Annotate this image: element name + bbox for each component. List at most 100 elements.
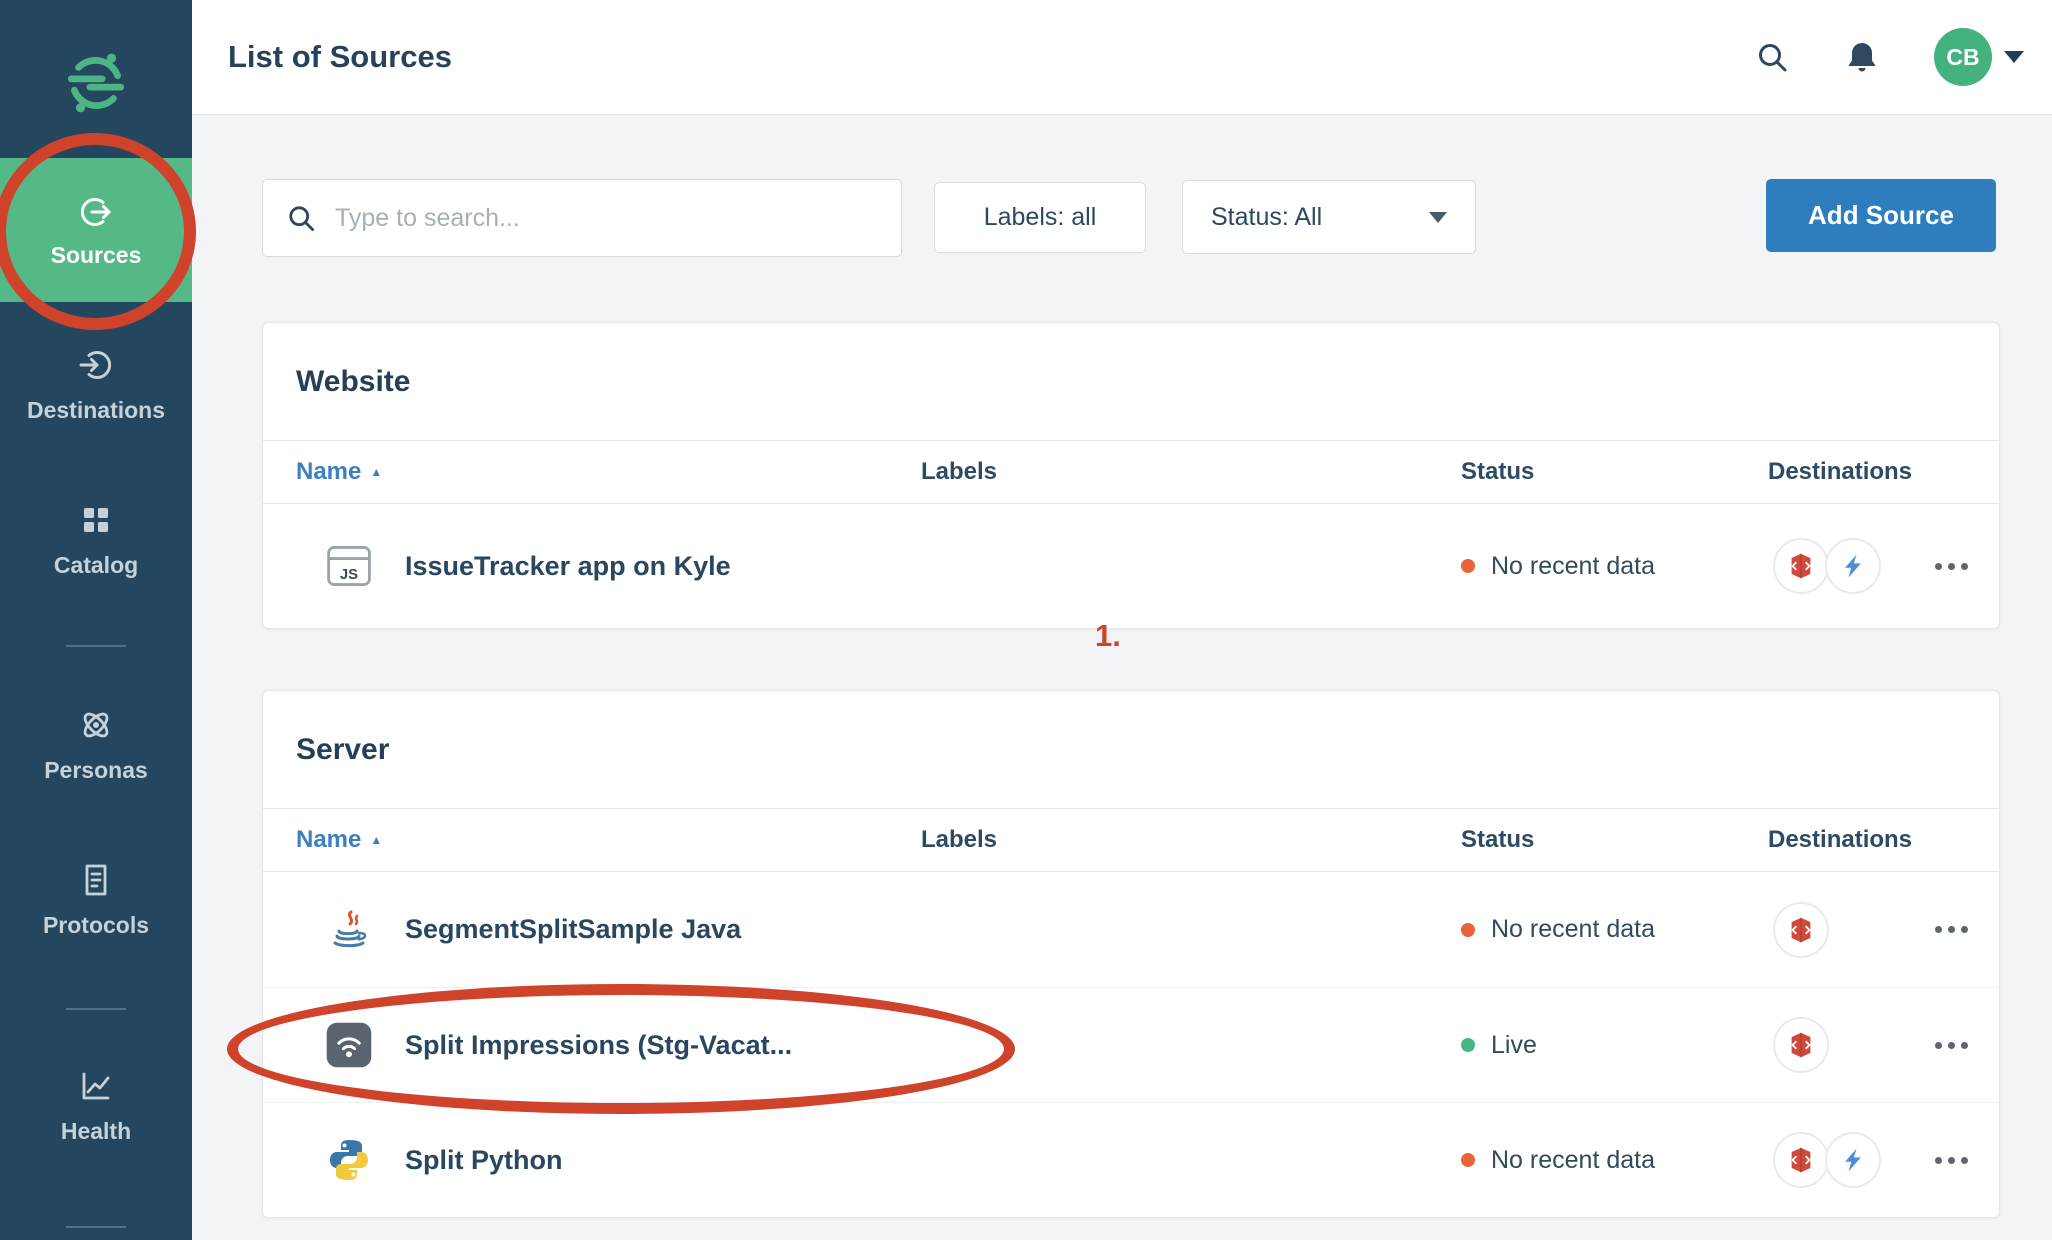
blue-destination-badge[interactable] [1825,1132,1881,1188]
status-text: Live [1491,1031,1537,1060]
column-header-status: Status [1461,826,1768,854]
sidebar-item-sources[interactable]: Sources [0,158,192,302]
search-icon [285,202,317,234]
redshift-destination-badge[interactable] [1773,538,1829,594]
table-row[interactable]: JS IssueTracker app on Kyle No recent da… [263,504,1999,628]
sidebar: Sources Destinations Cata [0,0,192,1240]
sidebar-divider [66,1226,126,1228]
status-filter-value: Status: All [1211,203,1322,232]
sidebar-item-personas[interactable]: Personas [0,705,192,784]
status-dot [1461,559,1475,573]
personas-icon [76,705,116,745]
sidebar-item-destinations[interactable]: Destinations [0,345,192,424]
chevron-down-icon [2004,51,2024,63]
column-header-status: Status [1461,458,1768,486]
sidebar-item-catalog[interactable]: Catalog [0,500,192,579]
status-text: No recent data [1491,1146,1655,1175]
row-menu-button[interactable] [1903,549,1999,584]
sort-asc-icon: ▲ [370,834,382,846]
catalog-icon [76,500,116,540]
blue-destination-badge[interactable] [1825,538,1881,594]
sidebar-item-protocols[interactable]: Protocols [0,860,192,939]
status-dot [1461,1038,1475,1052]
card-title: Server [296,733,389,767]
blue-bolt-icon [1839,552,1867,580]
sidebar-item-label: Catalog [54,552,138,579]
status-cell: No recent data [1461,915,1768,944]
source-name: Split Impressions (Stg-Vacat... [405,1030,792,1061]
labels-filter-button[interactable]: Labels: all [934,182,1146,253]
status-dot [1461,1153,1475,1167]
bell-icon [1844,39,1880,75]
column-header-name[interactable]: Name ▲ [296,458,921,486]
health-icon [76,1066,116,1106]
search-input[interactable] [335,204,879,233]
app-window: Sources Destinations Cata [0,0,2052,1240]
table-row[interactable]: SegmentSplitSample Java No recent data [263,872,1999,987]
blue-bolt-icon [1839,1146,1867,1174]
javascript-icon: JS [321,538,377,594]
sort-asc-icon: ▲ [370,466,382,478]
destinations-cell [1768,538,1903,594]
status-cell: No recent data [1461,1146,1768,1175]
search-button[interactable] [1754,39,1790,75]
account-menu[interactable]: CB [1934,28,2024,86]
segment-logo[interactable] [0,50,192,116]
redshift-destination-badge[interactable] [1773,1132,1829,1188]
java-icon [321,902,377,958]
row-menu-button[interactable] [1903,912,1999,947]
table-row[interactable]: Split Python No recent data [263,1102,1999,1217]
source-name: SegmentSplitSample Java [405,914,741,945]
source-search [262,179,902,257]
redshift-icon [1786,1030,1816,1060]
redshift-destination-badge[interactable] [1773,1017,1829,1073]
redshift-icon [1786,551,1816,581]
column-header-destinations: Destinations [1768,826,1912,854]
svg-text:JS: JS [340,567,358,583]
add-source-button[interactable]: Add Source [1766,179,1996,252]
server-sources-card: Server Name ▲ Labels Status Destinations [262,690,2000,1218]
source-name: IssueTracker app on Kyle [405,551,731,582]
row-menu-button[interactable] [1903,1028,1999,1063]
sidebar-divider [66,645,126,647]
destinations-icon [76,345,116,385]
search-icon [1754,39,1790,75]
split-impressions-icon [321,1017,377,1073]
website-sources-card: Website Name ▲ Labels Status Destination… [262,322,2000,629]
status-cell: No recent data [1461,552,1768,581]
notifications-button[interactable] [1844,39,1880,75]
column-header-destinations: Destinations [1768,458,1912,486]
status-cell: Live [1461,1031,1768,1060]
card-title: Website [296,365,410,399]
segment-logo-icon [63,50,129,116]
status-dot [1461,923,1475,937]
redshift-destination-badge[interactable] [1773,902,1829,958]
status-text: No recent data [1491,915,1655,944]
column-header-name[interactable]: Name ▲ [296,826,921,854]
avatar: CB [1934,28,1992,86]
header-actions: CB [1754,28,2024,86]
sidebar-divider [66,1008,126,1010]
chevron-down-icon [1429,212,1447,223]
sidebar-item-label: Sources [51,242,142,269]
row-menu-button[interactable] [1903,1143,1999,1178]
table-row[interactable]: Split Impressions (Stg-Vacat... Live [263,987,1999,1102]
source-name: Split Python [405,1145,563,1176]
redshift-icon [1786,1145,1816,1175]
sidebar-item-label: Health [61,1118,131,1145]
destinations-cell [1768,902,1903,958]
sidebar-item-label: Protocols [43,912,149,939]
destinations-cell [1768,1017,1903,1073]
sidebar-item-label: Personas [44,757,148,784]
status-filter-dropdown[interactable]: Status: All [1182,180,1476,254]
table-header-row: Name ▲ Labels Status Destinations [263,440,1999,504]
sidebar-item-health[interactable]: Health [0,1066,192,1145]
top-header: List of Sources CB [192,0,2052,115]
column-header-labels: Labels [921,458,1461,486]
sidebar-item-label: Destinations [27,397,165,424]
sources-icon [76,192,116,232]
redshift-icon [1786,915,1816,945]
table-header-row: Name ▲ Labels Status Destinations [263,808,1999,872]
protocols-icon [76,860,116,900]
status-text: No recent data [1491,552,1655,581]
